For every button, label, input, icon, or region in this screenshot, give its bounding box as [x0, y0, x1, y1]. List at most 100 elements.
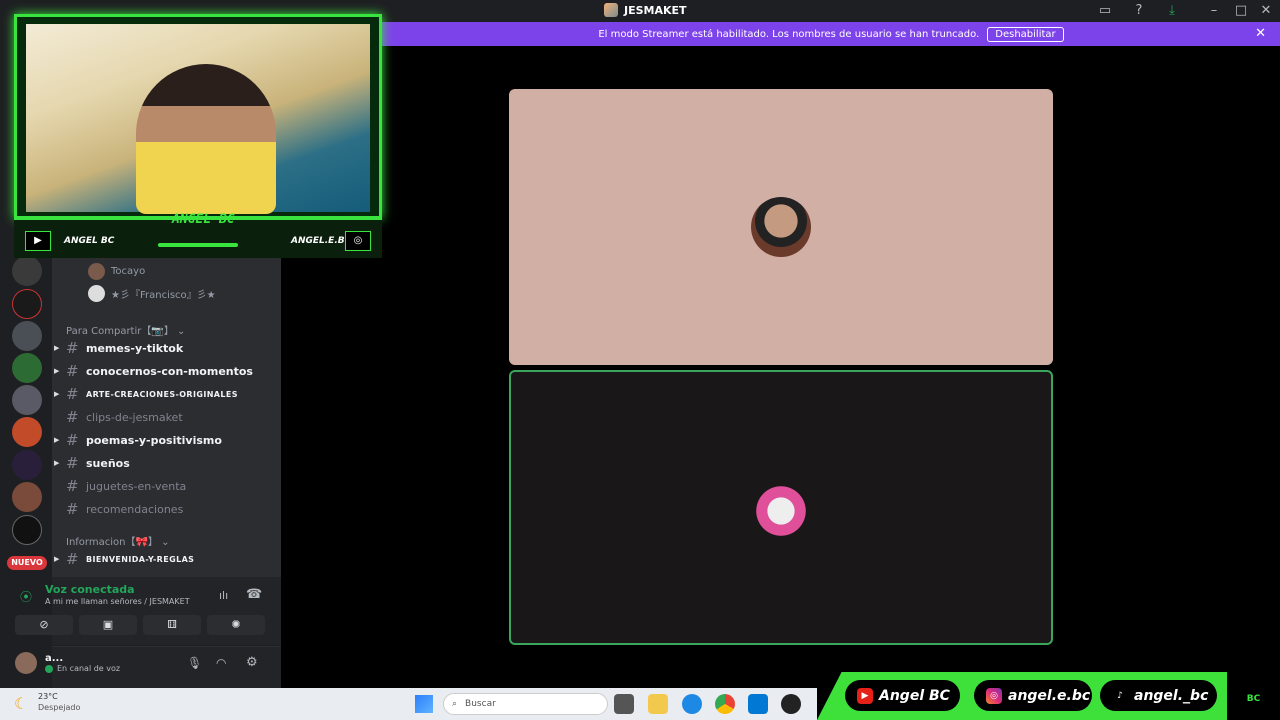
category-informacion[interactable]: Informacion【🎀】 ⌄	[66, 533, 170, 548]
channel-recomendaciones[interactable]: # recomendaciones	[54, 499, 274, 519]
camera-off-button[interactable]: ⊘	[15, 615, 73, 635]
close-window-icon[interactable]: ✕	[1258, 3, 1274, 19]
server-icon[interactable]	[12, 515, 42, 545]
file-explorer-icon[interactable]	[648, 694, 668, 714]
channel-name: recomendaciones	[86, 502, 184, 516]
voice-user-name: Tocayo	[111, 266, 146, 277]
voice-status[interactable]: Voz conectada	[45, 583, 135, 596]
channel-poemas-y-positivismo[interactable]: ▶ # poemas-y-positivismo	[54, 430, 274, 450]
server-icon[interactable]	[12, 385, 42, 415]
instagram-handle: ANGEL.E.BC	[291, 236, 352, 246]
category-label: Informacion【🎀】	[66, 537, 158, 548]
brand-text: BC	[1246, 694, 1261, 704]
hash-icon: #	[66, 500, 79, 518]
channel-clips-de-jesmaket[interactable]: # clips-de-jesmaket	[54, 407, 274, 427]
user-name[interactable]: a...	[45, 653, 63, 664]
close-banner-icon[interactable]: ✕	[1255, 26, 1266, 41]
streamer-image	[136, 64, 276, 214]
voice-participant-tile-speaking[interactable]	[509, 370, 1053, 645]
channel-memes-y-tiktok[interactable]: ▶ # memes-y-tiktok	[54, 338, 274, 358]
channel-name: poemas-y-positivismo	[86, 433, 222, 447]
taskbar-search[interactable]: ⌕ Buscar	[443, 693, 608, 715]
instagram-icon: ◎	[986, 687, 1002, 704]
headphones-icon[interactable]: ◠	[216, 656, 226, 670]
weather-temperature[interactable]: 23°C	[38, 692, 58, 701]
youtube-handle: ANGEL BC	[64, 236, 115, 246]
channel-conocernos-con-momentos[interactable]: ▶ # conocernos-con-momentos	[54, 361, 274, 381]
disconnect-icon[interactable]: ☎	[246, 587, 262, 602]
inbox-icon[interactable]: ▭	[1097, 3, 1113, 19]
server-icon[interactable]	[12, 482, 42, 512]
chrome-icon[interactable]	[715, 694, 735, 714]
channel-bienvenida-y-reglas[interactable]: ▶ # BIENVENIDA-Y-REGLAS	[54, 549, 274, 569]
user-status: En canal de voz	[57, 664, 121, 673]
avatar	[88, 263, 105, 280]
voice-user[interactable]: Tocayo	[88, 263, 145, 280]
streamer-mode-message: El modo Streamer está habilitado. Los no…	[598, 28, 980, 40]
hash-icon: #	[66, 431, 79, 449]
screen-share-button[interactable]: ▣	[79, 615, 137, 635]
avatar	[751, 478, 811, 538]
server-icon[interactable]	[12, 450, 42, 480]
server-icon[interactable]	[12, 417, 42, 447]
edge-browser-icon[interactable]	[682, 694, 702, 714]
maximize-icon[interactable]: □	[1233, 3, 1249, 19]
status-dot-icon	[45, 665, 53, 673]
store-icon[interactable]	[748, 694, 768, 714]
channel-name: juguetes-en-venta	[86, 479, 187, 493]
minimize-icon[interactable]: –	[1206, 3, 1222, 19]
overlay-accent-bar	[158, 243, 238, 247]
avatar	[88, 285, 105, 302]
chevron-down-icon: ⌄	[177, 326, 186, 337]
instagram-pill: ◎ angel.e.bc	[974, 680, 1092, 711]
brand-logo: BC	[1227, 672, 1280, 720]
voice-channel-location[interactable]: A mi me llaman señores / JESMAKET	[45, 597, 190, 606]
category-label: Para Compartir【📷】	[66, 326, 174, 337]
hash-icon: #	[66, 362, 79, 380]
tiktok-icon: ♪	[1117, 690, 1123, 701]
streamer-name: ANGEL BC	[172, 212, 235, 227]
channel-name: BIENVENIDA-Y-REGLAS	[86, 554, 195, 564]
server-icon[interactable]	[12, 256, 42, 286]
weather-moon-icon[interactable]: ☾	[14, 694, 28, 713]
signal-icon: ⦿	[20, 590, 33, 604]
unread-indicator-icon: ▶	[54, 344, 60, 352]
help-icon[interactable]: ?	[1131, 3, 1147, 19]
channel-name: sueños	[86, 456, 130, 470]
avatar[interactable]	[15, 652, 37, 674]
noise-suppression-icon[interactable]: ılı	[219, 589, 228, 602]
hash-icon: #	[66, 550, 79, 568]
hash-icon: #	[66, 454, 79, 472]
youtube-icon: ▶	[857, 687, 873, 704]
disable-streamer-button[interactable]: Deshabilitar	[987, 26, 1064, 42]
hash-icon: #	[66, 477, 79, 495]
channel-arte-creaciones-originales[interactable]: ▶ # ARTE-CREACIONES-ORIGINALES	[54, 384, 274, 404]
youtube-pill: ▶ Angel BC	[845, 680, 960, 711]
task-view-icon[interactable]	[614, 694, 634, 714]
voice-participant-tile[interactable]	[509, 89, 1053, 365]
server-icon[interactable]	[12, 353, 42, 383]
voice-user[interactable]: ★彡『Francisco』彡★	[88, 285, 216, 302]
search-icon: ⌕	[452, 699, 458, 709]
hash-icon: #	[66, 408, 79, 426]
windows-start-icon[interactable]	[415, 695, 433, 713]
soundboard-button[interactable]: ✺	[207, 615, 265, 635]
channel-suenos[interactable]: ▶ # sueños	[54, 453, 274, 473]
window-title: JESMAKET	[604, 3, 687, 17]
category-para-compartir[interactable]: Para Compartir【📷】 ⌄	[66, 322, 185, 337]
webcam-feed	[26, 24, 370, 214]
server-icon[interactable]	[12, 321, 42, 351]
settings-gear-icon[interactable]: ⚙	[246, 655, 258, 670]
server-icon[interactable]	[12, 289, 42, 319]
unread-indicator-icon: ▶	[54, 436, 60, 444]
channel-juguetes-en-venta[interactable]: # juguetes-en-venta	[54, 476, 274, 496]
weather-description[interactable]: Despejado	[38, 703, 80, 712]
activity-button[interactable]: ⚅	[143, 615, 201, 635]
unread-indicator-icon: ▶	[54, 367, 60, 375]
channel-name: ARTE-CREACIONES-ORIGINALES	[86, 389, 238, 399]
download-icon[interactable]: ⤓	[1164, 3, 1180, 19]
new-badge[interactable]: NUEVO	[7, 556, 47, 570]
microphone-icon[interactable]: 🎙	[187, 656, 202, 670]
app-icon[interactable]	[781, 694, 801, 714]
chevron-down-icon: ⌄	[161, 537, 170, 548]
